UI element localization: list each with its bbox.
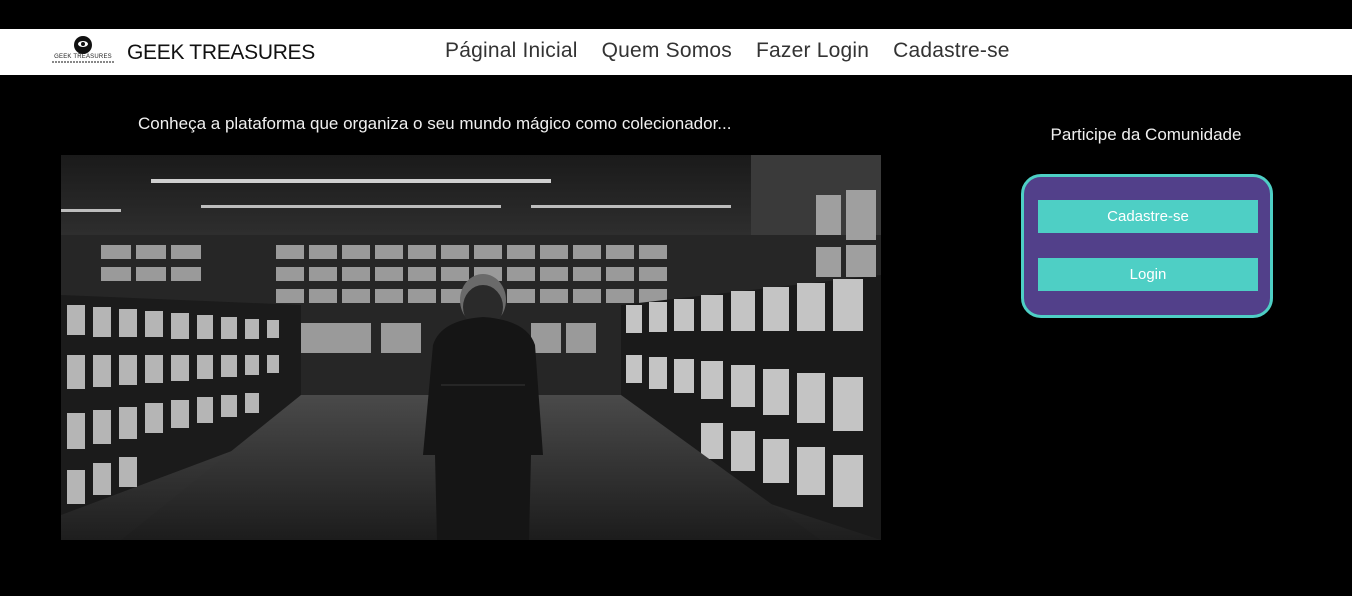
nav-about-link[interactable]: Quem Somos bbox=[602, 39, 732, 63]
login-button[interactable]: Login bbox=[1038, 258, 1258, 291]
hero-image bbox=[61, 155, 881, 540]
store-aisle-illustration bbox=[61, 155, 881, 540]
top-navbar: GEEK TREASURES GEEK TREASURES Páginal In… bbox=[0, 29, 1352, 75]
signup-button[interactable]: Cadastre-se bbox=[1038, 200, 1258, 233]
nav-login-link[interactable]: Fazer Login bbox=[756, 39, 869, 63]
eye-logo-icon bbox=[74, 36, 92, 54]
logo-subtitle-line bbox=[52, 61, 114, 63]
main-nav: Páginal Inicial Quem Somos Fazer Login C… bbox=[445, 39, 1010, 63]
hero-tagline: Conheça a plataforma que organiza o seu … bbox=[138, 114, 732, 133]
logo-text: GEEK TREASURES bbox=[54, 54, 112, 60]
site-logo[interactable]: GEEK TREASURES bbox=[52, 36, 114, 66]
brand-name[interactable]: GEEK TREASURES bbox=[127, 41, 315, 65]
community-title: Participe da Comunidade bbox=[1050, 125, 1242, 144]
community-card: Cadastre-se Login bbox=[1021, 174, 1273, 318]
nav-signup-link[interactable]: Cadastre-se bbox=[893, 39, 1010, 63]
nav-home-link[interactable]: Páginal Inicial bbox=[445, 39, 578, 63]
